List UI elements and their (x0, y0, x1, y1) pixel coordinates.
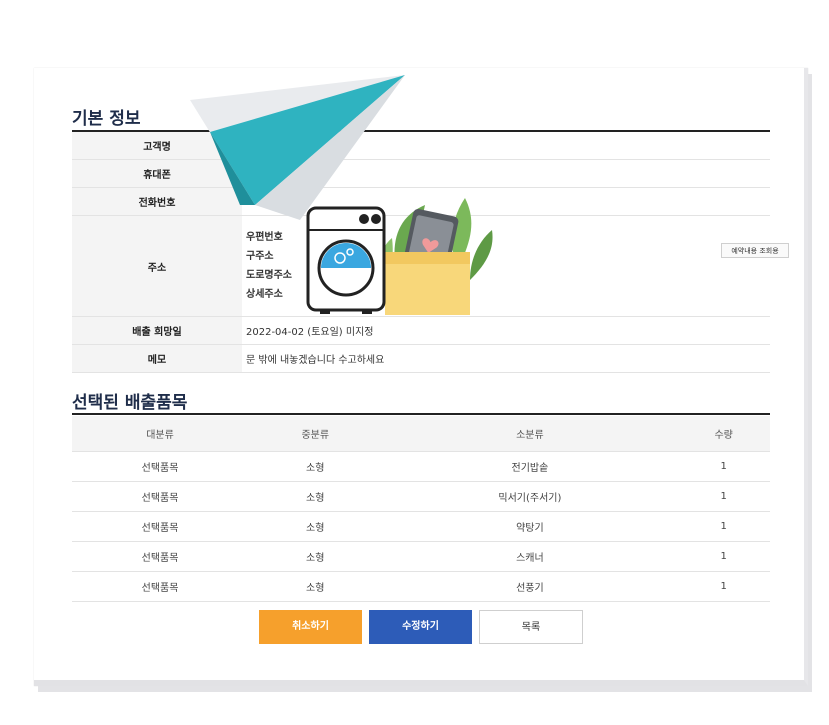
table-row: 배출 희망일 2022-04-02 (토요일) 미지정 (72, 316, 770, 345)
table-row: 선택품목 소형 선풍기 1 (72, 571, 770, 602)
cancel-button[interactable]: 취소하기 (259, 610, 362, 644)
cell: 스캐너 (382, 541, 678, 572)
cell: 1 (677, 481, 770, 512)
edit-button[interactable]: 수정하기 (369, 610, 472, 644)
table-header-row: 대분류 중분류 소분류 수량 (72, 416, 770, 452)
cell: 믹서기(주서기) (382, 481, 678, 512)
memo-value: 문 밖에 내놓겠습니다 수고하세요 (242, 344, 770, 373)
cell: 약탕기 (382, 511, 678, 542)
cell: 선택품목 (72, 511, 249, 542)
table-row: 선택품목 소형 믹서기(주서기) 1 (72, 481, 770, 512)
section-title-basic: 기본 정보 (72, 109, 141, 129)
date-value: 2022-04-02 (토요일) 미지정 (242, 316, 770, 345)
paper-plane-icon (190, 75, 405, 220)
cell: 선택품목 (72, 451, 249, 482)
section-title-selected: 선택된 배출품목 (72, 393, 188, 413)
table-row: 메모 문 밖에 내놓겠습니다 수고하세요 (72, 344, 770, 373)
cell: 소형 (248, 511, 383, 542)
cell: 1 (677, 511, 770, 542)
table-row: 선택품목 소형 전기밥솥 1 (72, 451, 770, 482)
list-button[interactable]: 목록 (479, 610, 583, 644)
col-header: 중분류 (248, 416, 383, 452)
col-header: 수량 (677, 416, 770, 452)
col-header: 대분류 (72, 416, 249, 452)
cell: 선택품목 (72, 571, 249, 602)
cell: 선택품목 (72, 481, 249, 512)
cell: 선풍기 (382, 571, 678, 602)
selected-items-table: 대분류 중분류 소분류 수량 선택품목 소형 전기밥솥 1 선택품목 소형 믹서… (72, 416, 770, 602)
cell: 소형 (248, 571, 383, 602)
section-divider (72, 413, 770, 415)
row-label: 배출 희망일 (72, 316, 242, 345)
illustration-overlay (190, 75, 493, 315)
cell: 1 (677, 571, 770, 602)
washing-machine-icon (306, 206, 386, 314)
table-row: 선택품목 소형 약탕기 1 (72, 511, 770, 542)
cell: 소형 (248, 451, 383, 482)
col-header: 소분류 (382, 416, 678, 452)
cell: 선택품목 (72, 541, 249, 572)
cell: 1 (677, 541, 770, 572)
box-icon (385, 252, 470, 315)
cell: 소형 (248, 541, 383, 572)
row-label: 메모 (72, 344, 242, 373)
cell: 전기밥솥 (382, 451, 678, 482)
cell: 1 (677, 451, 770, 482)
reservation-lookup-button[interactable]: 예약내용 조회용 (721, 243, 789, 258)
cell: 소형 (248, 481, 383, 512)
table-row: 선택품목 소형 스캐너 1 (72, 541, 770, 572)
